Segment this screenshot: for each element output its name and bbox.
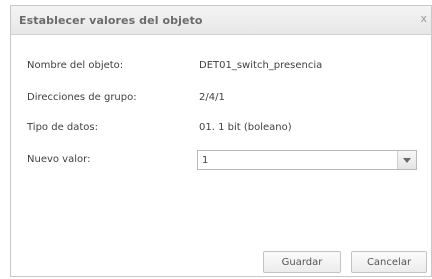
cancel-button[interactable]: Cancelar bbox=[351, 251, 427, 273]
dialog-titlebar[interactable]: Establecer valores del objeto x bbox=[11, 6, 431, 35]
close-icon[interactable]: x bbox=[420, 12, 427, 25]
chevron-down-icon bbox=[403, 158, 411, 163]
new-value-selected: 1 bbox=[202, 155, 209, 166]
group-address-label: Direcciones de grupo: bbox=[27, 92, 137, 103]
group-address-value: 2/4/1 bbox=[199, 92, 225, 103]
data-type-label: Tipo de datos: bbox=[27, 122, 98, 133]
dropdown-button[interactable] bbox=[397, 151, 416, 169]
object-name-label: Nombre del objeto: bbox=[27, 60, 124, 71]
new-value-select[interactable]: 1 bbox=[197, 150, 417, 170]
data-type-value: 01. 1 bit (boleano) bbox=[199, 122, 292, 133]
new-value-label: Nuevo valor: bbox=[27, 154, 91, 165]
object-name-value: DET01_switch_presencia bbox=[199, 60, 323, 71]
set-object-values-dialog: Establecer valores del objeto x Nombre d… bbox=[10, 5, 432, 277]
save-button[interactable]: Guardar bbox=[263, 251, 341, 273]
dialog-title: Establecer valores del objeto bbox=[19, 14, 203, 27]
